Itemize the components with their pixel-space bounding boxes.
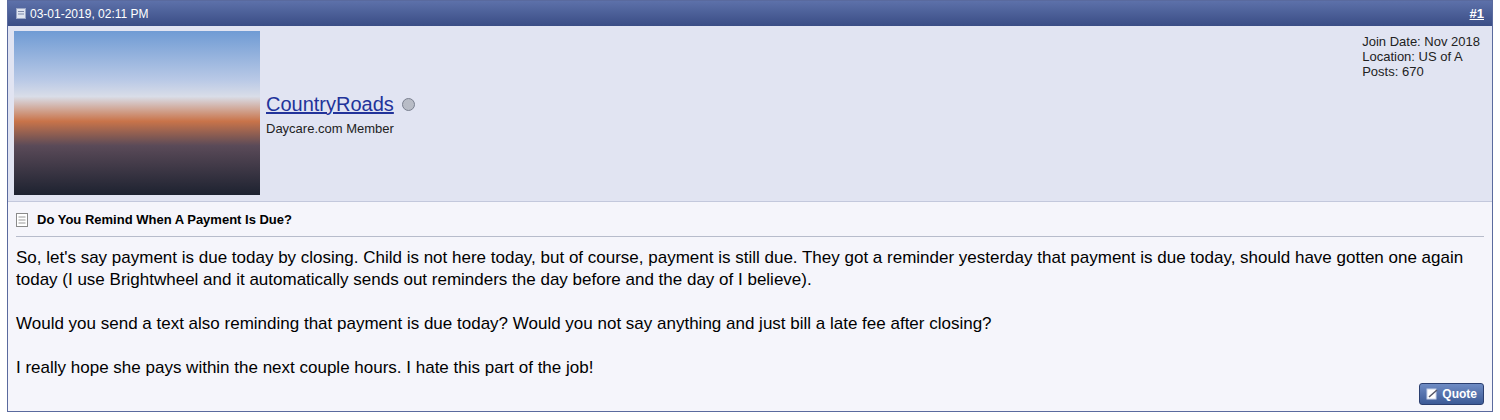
quote-button[interactable]: Quote bbox=[1419, 383, 1484, 405]
quote-label: Quote bbox=[1442, 385, 1477, 403]
post-icon bbox=[16, 8, 26, 19]
message-area: Do You Remind When A Payment Is Due? So,… bbox=[8, 202, 1492, 411]
note-icon bbox=[16, 213, 29, 227]
message-paragraph: Would you send a text also reminding tha… bbox=[16, 313, 1484, 335]
user-stat: Join Date: Nov 2018 bbox=[1362, 34, 1480, 49]
username-link[interactable]: CountryRoads bbox=[266, 89, 394, 119]
quote-icon bbox=[1426, 388, 1438, 400]
message-body: So, let's say payment is due today by cl… bbox=[16, 247, 1484, 379]
user-stat: Location: US of A bbox=[1362, 49, 1480, 64]
user-info: CountryRoads Daycare.com Member Join Dat… bbox=[8, 26, 1492, 202]
user-block: CountryRoads Daycare.com Member bbox=[266, 31, 415, 195]
user-stat: Posts: 670 bbox=[1362, 64, 1480, 79]
user-stats: Join Date: Nov 2018Location: US of APost… bbox=[1362, 31, 1486, 195]
post-date: 03-01-2019, 02:11 PM bbox=[30, 5, 149, 23]
member-title: Daycare.com Member bbox=[266, 119, 415, 139]
message-paragraph: I really hope she pays within the next c… bbox=[16, 357, 1484, 379]
online-status-icon bbox=[402, 98, 415, 111]
post-header: 03-01-2019, 02:11 PM #1 bbox=[8, 1, 1492, 26]
message-title: Do You Remind When A Payment Is Due? bbox=[37, 210, 292, 230]
avatar-image bbox=[14, 31, 260, 195]
forum-post: 03-01-2019, 02:11 PM #1 CountryRoads Day… bbox=[7, 0, 1493, 412]
post-number-link[interactable]: #1 bbox=[1470, 4, 1484, 24]
message-paragraph: So, let's say payment is due today by cl… bbox=[16, 247, 1484, 291]
